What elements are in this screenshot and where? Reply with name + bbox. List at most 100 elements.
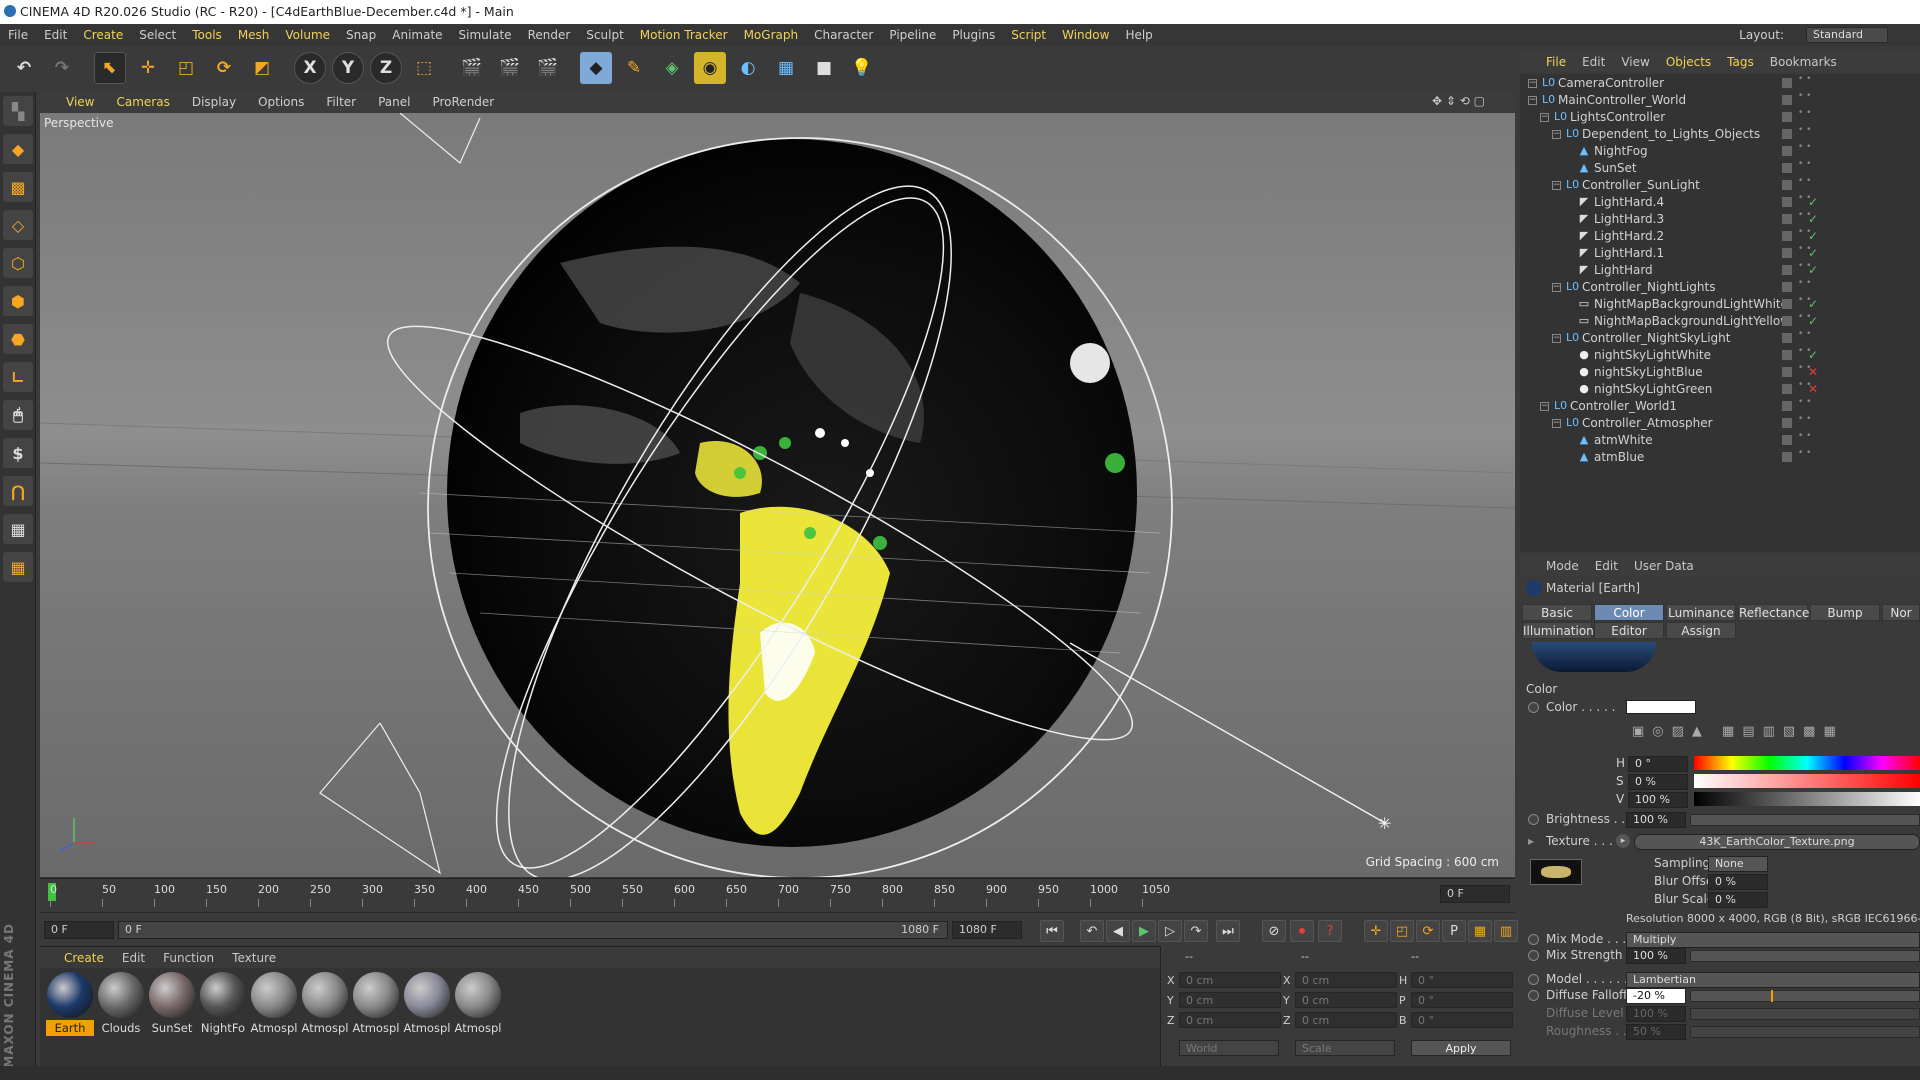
- max-frame-field[interactable]: 1080 F: [952, 921, 1022, 939]
- visibility-dots-icon[interactable]: • •: [1798, 415, 1811, 424]
- layer-color-icon[interactable]: [1782, 129, 1792, 139]
- record-keys-icon[interactable]: ⊘: [1262, 920, 1286, 942]
- scale-tool-icon[interactable]: ◰: [170, 52, 202, 84]
- collapse-toggle-icon[interactable]: −: [1540, 113, 1549, 122]
- record-active-icon[interactable]: ⏺: [1290, 920, 1314, 942]
- size-z-field[interactable]: 0 cm: [1295, 1012, 1397, 1028]
- spline-pen-icon[interactable]: ✎: [618, 52, 650, 84]
- diffuse-level-field[interactable]: 100 %: [1626, 1006, 1686, 1022]
- edges-mode-icon[interactable]: ⬢: [3, 286, 33, 316]
- menu-character[interactable]: Character: [814, 28, 873, 42]
- enabled-check-icon[interactable]: ✓: [1808, 297, 1818, 311]
- y-axis-lock-icon[interactable]: Y: [332, 52, 364, 84]
- tab-bump[interactable]: Bump: [1810, 604, 1880, 621]
- next-frame-icon[interactable]: ▷: [1158, 920, 1182, 942]
- color-picker-mode-icons[interactable]: ▣◎▨▲ ▦▤▥▧▩▦: [1632, 724, 1844, 739]
- menu-snap[interactable]: Snap: [346, 28, 376, 42]
- position-x-field[interactable]: 0 cm: [1179, 972, 1281, 988]
- material-item[interactable]: SunSet: [148, 972, 196, 1036]
- material-item[interactable]: Atmospl: [403, 972, 451, 1036]
- enabled-check-icon[interactable]: ✓: [1808, 246, 1818, 260]
- layer-color-icon[interactable]: [1782, 180, 1792, 190]
- objmgr-menu-view[interactable]: View: [1621, 55, 1649, 69]
- blur-offset-field[interactable]: 0 %: [1708, 874, 1768, 890]
- tab-luminance[interactable]: Luminance: [1666, 604, 1736, 621]
- tab-normal[interactable]: Nor: [1882, 604, 1920, 621]
- layer-color-icon[interactable]: [1782, 95, 1792, 105]
- key-parameter-icon[interactable]: P: [1442, 920, 1466, 942]
- visibility-dots-icon[interactable]: • •: [1798, 109, 1811, 118]
- solo-mode-icon[interactable]: $: [3, 438, 33, 468]
- timeline-ruler[interactable]: 0 50 100 150 200 250 300 350 400 450 500 550 600 650 7…: [40, 878, 1515, 912]
- enabled-check-icon[interactable]: ✓: [1808, 229, 1818, 243]
- timeline-end-frame-field[interactable]: 0 F: [1440, 885, 1510, 903]
- layer-color-icon[interactable]: [1782, 367, 1792, 377]
- layer-color-icon[interactable]: [1782, 350, 1792, 360]
- brightness-slider[interactable]: [1690, 814, 1920, 826]
- collapse-toggle-icon[interactable]: −: [1528, 96, 1537, 105]
- light-bulb-icon[interactable]: 💡: [846, 52, 878, 84]
- material-menu-create[interactable]: Create: [64, 951, 104, 965]
- rotate-tool-icon[interactable]: ⟳: [208, 52, 240, 84]
- key-scale-icon[interactable]: ◰: [1390, 920, 1414, 942]
- material-item[interactable]: Earth: [46, 972, 94, 1036]
- layer-color-icon[interactable]: [1782, 146, 1792, 156]
- layer-color-icon[interactable]: [1782, 435, 1792, 445]
- collapse-toggle-icon[interactable]: −: [1552, 130, 1561, 139]
- mix-mode-dropdown[interactable]: Multiply: [1626, 932, 1920, 948]
- apply-button[interactable]: Apply: [1411, 1040, 1511, 1056]
- menu-sculpt[interactable]: Sculpt: [586, 28, 623, 42]
- viewport-menu-display[interactable]: Display: [192, 95, 236, 109]
- visibility-dots-icon[interactable]: • •: [1798, 398, 1811, 407]
- menu-file[interactable]: File: [8, 28, 28, 42]
- viewport-menu-prorender[interactable]: ProRender: [432, 95, 494, 109]
- layer-color-icon[interactable]: [1782, 452, 1792, 462]
- texture-file-field[interactable]: 43K_EarthColor_Texture.png: [1634, 834, 1920, 850]
- menu-edit[interactable]: Edit: [44, 28, 67, 42]
- enabled-check-icon[interactable]: ✓: [1808, 263, 1818, 277]
- workplane-mode-icon[interactable]: ◇: [3, 210, 33, 240]
- menu-tools[interactable]: Tools: [192, 28, 222, 42]
- menu-select[interactable]: Select: [139, 28, 176, 42]
- material-item[interactable]: Clouds: [97, 972, 145, 1036]
- key-position-icon[interactable]: ✛: [1364, 920, 1388, 942]
- mix-strength-anim-radio[interactable]: [1528, 950, 1539, 961]
- axis-mode-icon[interactable]: ∟: [3, 362, 33, 392]
- diffuse-falloff-anim-radio[interactable]: [1528, 990, 1539, 1001]
- visibility-dots-icon[interactable]: • •: [1798, 330, 1811, 339]
- layer-color-icon[interactable]: [1782, 163, 1792, 173]
- sampling-dropdown[interactable]: None: [1708, 856, 1768, 872]
- layer-color-icon[interactable]: [1782, 418, 1792, 428]
- menu-plugins[interactable]: Plugins: [952, 28, 995, 42]
- material-menu-texture[interactable]: Texture: [232, 951, 276, 965]
- position-z-field[interactable]: 0 cm: [1179, 1012, 1281, 1028]
- tab-editor[interactable]: Editor: [1594, 622, 1664, 639]
- layer-color-icon[interactable]: [1782, 384, 1792, 394]
- mix-mode-anim-radio[interactable]: [1528, 934, 1539, 945]
- diffuse-falloff-slider[interactable]: [1690, 990, 1920, 1002]
- visibility-dots-icon[interactable]: • •: [1798, 160, 1811, 169]
- viewport-menu-filter[interactable]: Filter: [326, 95, 356, 109]
- x-axis-lock-icon[interactable]: X: [294, 52, 326, 84]
- menu-mesh[interactable]: Mesh: [238, 28, 270, 42]
- viewport-menu-panel[interactable]: Panel: [378, 95, 410, 109]
- go-to-end-icon[interactable]: ⏭: [1216, 920, 1240, 942]
- visibility-dots-icon[interactable]: • •: [1798, 449, 1811, 458]
- coordinate-system-icon[interactable]: ⬚: [408, 52, 440, 84]
- menu-render[interactable]: Render: [528, 28, 571, 42]
- render-view-icon[interactable]: 🎬: [456, 52, 488, 84]
- menu-create[interactable]: Create: [83, 28, 123, 42]
- size-x-field[interactable]: 0 cm: [1295, 972, 1397, 988]
- floor-environment-icon[interactable]: ▦: [770, 52, 802, 84]
- enabled-check-icon[interactable]: ✓: [1808, 212, 1818, 226]
- material-menu-edit[interactable]: Edit: [122, 951, 145, 965]
- viewport-menu-view[interactable]: View: [66, 95, 94, 109]
- objmgr-menu-edit[interactable]: Edit: [1582, 55, 1605, 69]
- render-settings-icon[interactable]: 🎬: [532, 52, 564, 84]
- layer-color-icon[interactable]: [1782, 316, 1792, 326]
- menu-pipeline[interactable]: Pipeline: [889, 28, 936, 42]
- rotation-b-field[interactable]: 0 °: [1411, 1012, 1513, 1028]
- move-tool-icon[interactable]: ✛: [132, 52, 164, 84]
- hue-slider[interactable]: [1694, 756, 1920, 770]
- diffuse-falloff-field[interactable]: -20 %: [1626, 988, 1686, 1004]
